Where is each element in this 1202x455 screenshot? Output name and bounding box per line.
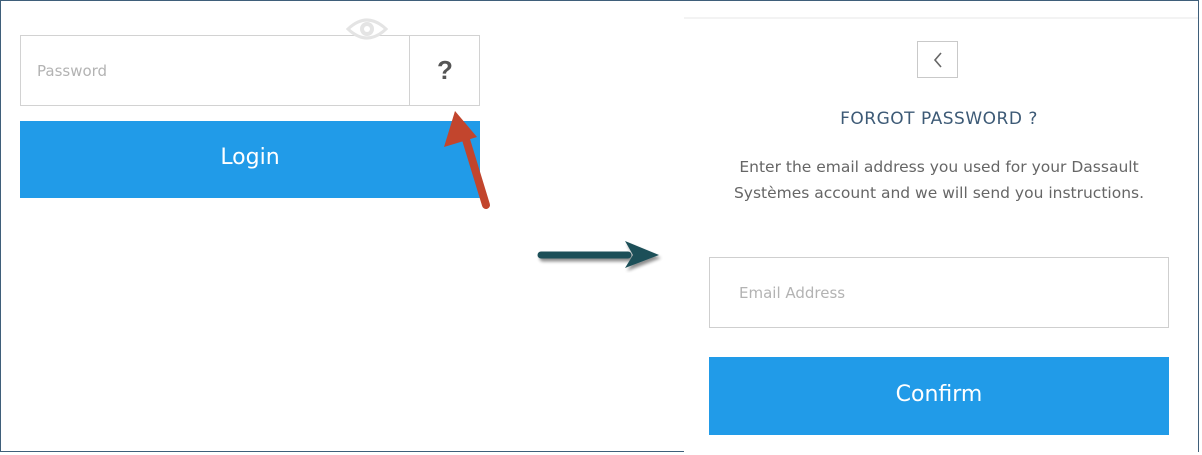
- confirm-button[interactable]: Confirm: [709, 357, 1169, 435]
- login-button-label: Login: [220, 144, 280, 170]
- forgot-password-description: Enter the email address you used for you…: [733, 158, 1145, 202]
- forgot-password-title: FORGOT PASSWORD ?: [840, 109, 1038, 129]
- back-button[interactable]: [917, 41, 958, 78]
- red-annotation-arrow: [444, 111, 490, 209]
- teal-transition-arrow: [537, 241, 659, 268]
- confirm-button-label: Confirm: [895, 382, 983, 407]
- email-input[interactable]: [709, 257, 1169, 328]
- eye-icon[interactable]: [344, 13, 390, 47]
- login-button[interactable]: Login: [20, 121, 480, 198]
- password-field-group: ?: [20, 35, 480, 106]
- chevron-left-icon: [933, 51, 942, 68]
- help-label: ?: [437, 55, 453, 85]
- screenshot-frame: ? Login FORGOT PASSWORD ? Enter the emai…: [0, 0, 1199, 453]
- forgot-password-help-button[interactable]: ?: [409, 36, 480, 105]
